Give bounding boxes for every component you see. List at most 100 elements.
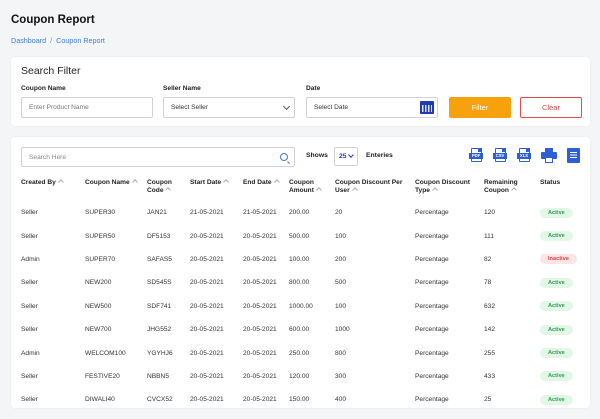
- coupon-name-input[interactable]: Enter Product Name: [21, 97, 153, 118]
- table-cell: Active: [540, 341, 581, 364]
- table-row[interactable]: Seller SUPER30 JAN21 21-05-2021 21-05-2021 20…: [21, 201, 581, 224]
- table-cell: 20-05-2021: [190, 279, 224, 287]
- table-cell: 82: [484, 255, 492, 263]
- sort-icon[interactable]: [223, 179, 229, 186]
- table-cell: 21-05-2021: [243, 209, 277, 217]
- status-badge: Active: [540, 207, 573, 218]
- sort-icon[interactable]: [432, 186, 438, 193]
- table-cell: 800.00: [289, 279, 310, 287]
- table-cell: Percentage: [415, 326, 449, 334]
- filter-button[interactable]: Filter: [449, 97, 511, 118]
- xls-export-icon[interactable]: XLS: [517, 148, 531, 165]
- breadcrumb-current[interactable]: Coupon Report: [56, 36, 105, 45]
- column-header[interactable]: End Date: [243, 177, 289, 201]
- table-cell: 600.00: [289, 326, 310, 334]
- table-cell: 142: [484, 326, 496, 334]
- table-cell: 20-05-2021: [243, 326, 277, 334]
- clear-button[interactable]: Clear: [520, 97, 582, 118]
- table-cell: FESTIVE20: [85, 372, 120, 380]
- column-header-label: Coupon Name: [85, 179, 130, 186]
- table-cell: NEW200: [85, 279, 112, 287]
- table-cell: SUPER70: [85, 255, 116, 263]
- table-cell: 20-05-2021: [190, 396, 224, 404]
- table-cell: SUPER50: [85, 232, 116, 240]
- date-picker-input[interactable]: Select Date: [306, 97, 438, 118]
- table-row[interactable]: Admin WELCOM100 YGYHJ6 20-05-2021 20-05-2021…: [21, 341, 581, 364]
- table-cell: 20-05-2021: [190, 302, 224, 310]
- column-header[interactable]: Coupon Amount: [289, 177, 335, 201]
- table-cell: 200.00: [289, 209, 310, 217]
- page-size-select[interactable]: 25: [334, 147, 358, 166]
- table-cell: Percentage: [415, 232, 449, 240]
- sort-icon[interactable]: [131, 179, 138, 186]
- chevron-down-icon: [282, 102, 291, 111]
- table-cell: 20-05-2021: [243, 255, 277, 263]
- column-header[interactable]: Status: [540, 177, 581, 201]
- entries-label: Enteries: [366, 152, 393, 159]
- seller-select[interactable]: Select Seller: [163, 97, 295, 118]
- table-cell: 120: [484, 209, 496, 217]
- table-cell: 20-05-2021: [190, 349, 224, 357]
- pdf-export-icon[interactable]: PDF: [469, 148, 483, 165]
- table-cell: SD545S: [147, 279, 172, 287]
- table-row[interactable]: Seller FESTIVE20 NBBN5 20-05-2021 20-05-2021…: [21, 365, 581, 388]
- table-cell: Active: [540, 201, 581, 224]
- column-header[interactable]: Coupon Code: [147, 177, 190, 201]
- table-cell: SDF741: [147, 302, 172, 310]
- coupon-table-panel: Search Here Shows 25 Enteries PDF CSV XL…: [11, 137, 590, 408]
- table-cell: Seller: [21, 396, 38, 404]
- search-placeholder: Search Here: [29, 153, 67, 161]
- table-cell: DIWALI40: [85, 396, 115, 404]
- table-cell: 1000.00: [289, 302, 313, 310]
- breadcrumb-dashboard-link[interactable]: Dashboard: [11, 36, 46, 45]
- column-header[interactable]: Remaining Coupon: [484, 177, 540, 201]
- column-header-label: Coupon Amount: [289, 179, 314, 194]
- page-title: Coupon Report: [11, 14, 95, 26]
- sort-icon[interactable]: [273, 179, 280, 186]
- print-icon[interactable]: [541, 148, 557, 163]
- table-row[interactable]: Admin SUPER70 SAFAS5 20-05-2021 20-05-2021 10…: [21, 248, 581, 271]
- status-badge: Active: [540, 348, 573, 359]
- csv-tag: CSV: [493, 153, 507, 159]
- table-cell: NEW500: [85, 302, 112, 310]
- date-value: Select Date: [314, 104, 349, 111]
- seller-select-value: Select Seller: [171, 104, 209, 111]
- table-cell: 25: [484, 396, 492, 404]
- sort-icon[interactable]: [57, 179, 64, 186]
- column-header[interactable]: Coupon Discount Type: [415, 177, 484, 201]
- table-cell: Active: [540, 295, 581, 318]
- status-badge: Active: [540, 231, 573, 242]
- table-cell: 150.00: [289, 396, 310, 404]
- table-cell: Active: [540, 365, 581, 388]
- calendar-icon[interactable]: [420, 101, 434, 114]
- column-header[interactable]: Start Date: [190, 177, 243, 201]
- table-row[interactable]: Seller DIWALI40 CVCX52 20-05-2021 20-05-2021…: [21, 388, 581, 411]
- sort-icon[interactable]: [511, 186, 517, 193]
- sort-icon[interactable]: [351, 186, 358, 193]
- table-cell: Percentage: [415, 302, 449, 310]
- table-row[interactable]: Seller NEW700 JHG552 20-05-2021 20-05-2021 60…: [21, 318, 581, 341]
- table-row[interactable]: Seller NEW200 SD545S 20-05-2021 20-05-2021 80…: [21, 271, 581, 294]
- column-header[interactable]: Created By: [21, 177, 85, 201]
- csv-export-icon[interactable]: CSV: [493, 148, 507, 165]
- sort-icon[interactable]: [316, 186, 322, 193]
- table-cell: Active: [540, 388, 581, 411]
- search-input[interactable]: Search Here: [21, 147, 295, 167]
- table-cell: JHG552: [147, 326, 172, 334]
- status-badge: Active: [540, 277, 573, 288]
- table-cell: Percentage: [415, 372, 449, 380]
- sort-icon[interactable]: [165, 186, 172, 193]
- table-cell: 632: [484, 302, 496, 310]
- status-badge: Inactive: [540, 254, 577, 265]
- document-icon[interactable]: [567, 148, 580, 163]
- coupon-name-label: Coupon Name: [21, 85, 66, 92]
- table-row[interactable]: Seller SUPER50 DF5153 20-05-2021 20-05-2021 5…: [21, 224, 581, 247]
- search-icon[interactable]: [280, 153, 288, 161]
- coupon-table: Created By Coupon Name Coupon Code Start Da…: [21, 177, 581, 412]
- table-row[interactable]: Seller NEW500 SDF741 20-05-2021 20-05-2021 10…: [21, 295, 581, 318]
- column-header[interactable]: Coupon Name: [85, 177, 147, 201]
- table-cell: NBBN5: [147, 372, 169, 380]
- table-cell: Seller: [21, 279, 38, 287]
- column-header[interactable]: Coupon Discount Per User: [335, 177, 415, 201]
- table-cell: Seller: [21, 232, 38, 240]
